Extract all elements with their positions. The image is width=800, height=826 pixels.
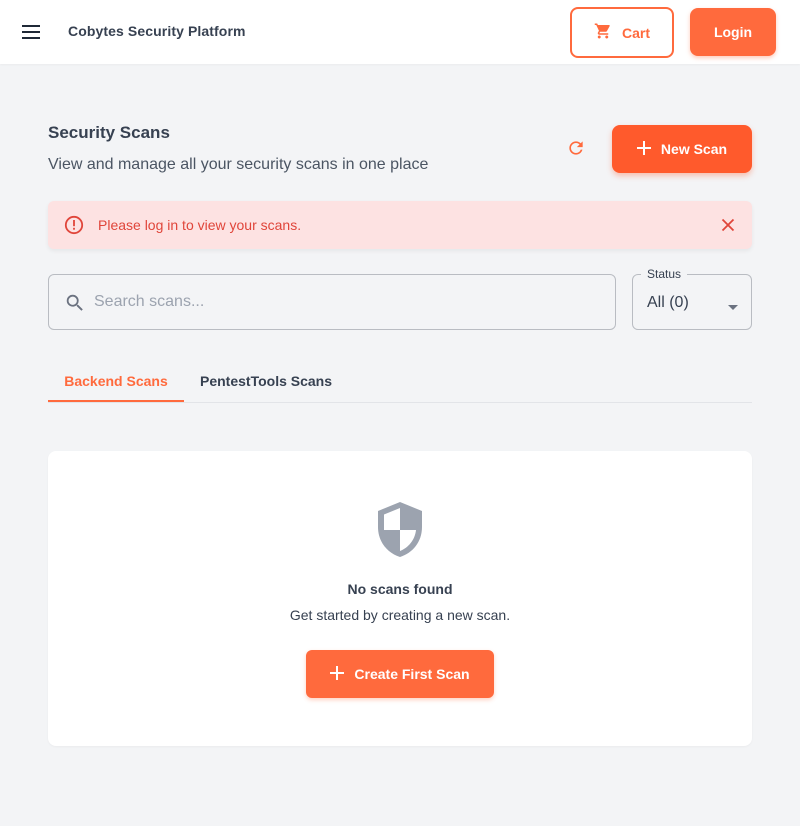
error-outline-icon bbox=[64, 215, 84, 235]
search-icon bbox=[64, 292, 86, 314]
create-first-scan-label: Create First Scan bbox=[354, 666, 470, 682]
app-title: Cobytes Security Platform bbox=[68, 23, 246, 39]
cart-button[interactable]: Cart bbox=[570, 7, 674, 58]
empty-state-subtitle: Get started by creating a new scan. bbox=[289, 607, 511, 623]
create-first-scan-button[interactable]: Create First Scan bbox=[306, 650, 494, 698]
tab-pentesttools-scans[interactable]: PentestTools Scans bbox=[200, 360, 332, 402]
error-alert: Please log in to view your scans. bbox=[48, 201, 752, 249]
shopping-cart-icon bbox=[594, 22, 612, 43]
close-icon[interactable] bbox=[720, 217, 736, 233]
scan-tabs: Backend Scans PentestTools Scans bbox=[48, 360, 752, 403]
plus-icon bbox=[636, 140, 651, 158]
empty-state-card: No scans found Get started by creating a… bbox=[48, 451, 752, 746]
new-scan-button[interactable]: New Scan bbox=[612, 125, 752, 173]
status-label: Status bbox=[641, 267, 688, 281]
cart-label: Cart bbox=[621, 24, 650, 41]
page-subtitle: View and manage all your security scans … bbox=[48, 156, 429, 173]
alert-message: Please log in to view your scans. bbox=[98, 217, 302, 233]
refresh-icon[interactable] bbox=[562, 134, 590, 162]
tab-backend-scans[interactable]: Backend Scans bbox=[48, 360, 184, 402]
login-button[interactable]: Login bbox=[690, 8, 776, 56]
new-scan-label: New Scan bbox=[660, 141, 728, 157]
status-value: All (0) bbox=[647, 294, 689, 311]
top-app-bar: Cobytes Security Platform Cart Login bbox=[0, 0, 800, 64]
empty-state-title: No scans found bbox=[347, 581, 453, 597]
plus-icon bbox=[330, 665, 345, 683]
search-field bbox=[48, 274, 616, 330]
caret-down-icon bbox=[727, 299, 739, 310]
shield-icon bbox=[374, 500, 426, 560]
status-select[interactable]: Status All (0) bbox=[632, 267, 752, 330]
search-input[interactable] bbox=[94, 275, 609, 329]
page-title: Security Scans bbox=[48, 123, 170, 142]
active-tab-indicator bbox=[48, 400, 184, 402]
hamburger-menu-icon[interactable] bbox=[16, 16, 48, 48]
